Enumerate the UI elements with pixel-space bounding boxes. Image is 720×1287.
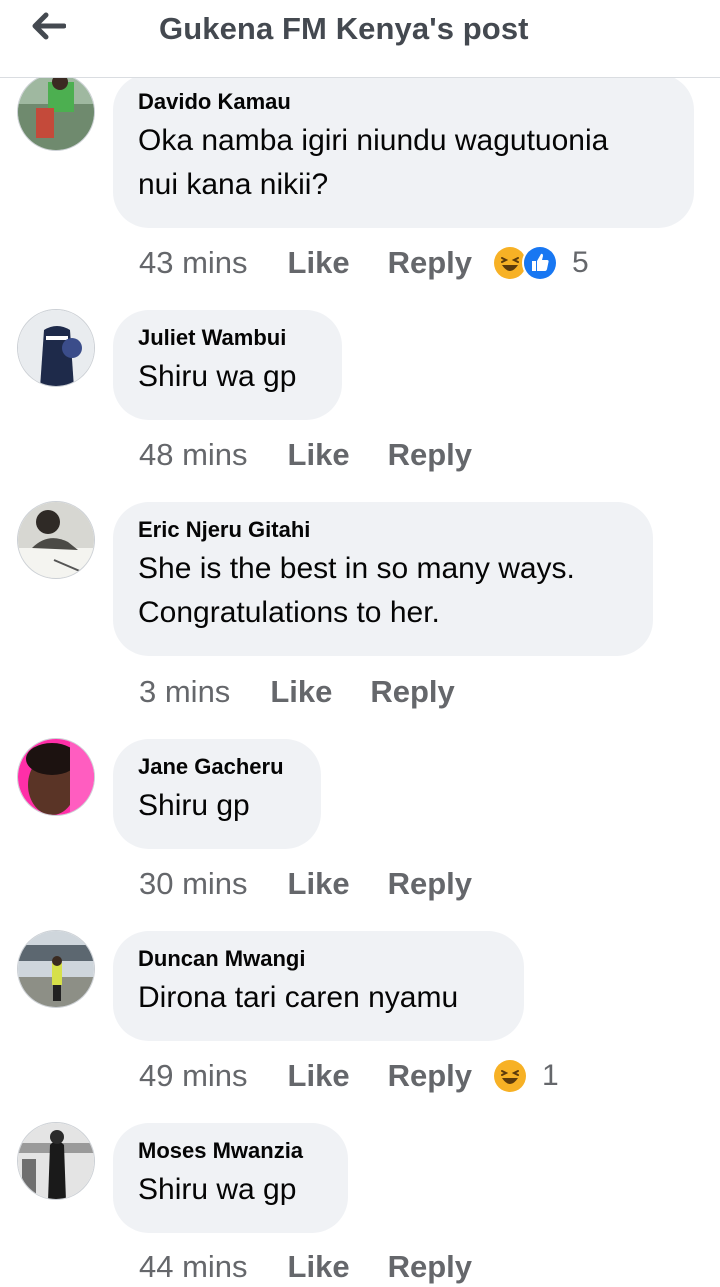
comment-author[interactable]: Juliet Wambui [138,324,316,352]
comment-author[interactable]: Jane Gacheru [138,753,295,781]
comment-author[interactable]: Duncan Mwangi [138,945,498,973]
like-button[interactable]: Like [288,866,350,902]
reactions-summary[interactable]: 1 [492,1058,559,1094]
comment-time[interactable]: 48 mins [139,437,248,473]
avatar[interactable] [17,501,95,579]
comment-text: Congratulations to her. [138,596,440,629]
reply-button[interactable]: Reply [388,1249,472,1285]
comment-actions: 43 mins Like Reply 5 [139,243,589,283]
comment-bubble: Duncan Mwangi Dirona tari caren nyamu [113,931,524,1041]
comment-time[interactable]: 30 mins [139,866,248,902]
comment-text: Shiru gp [138,789,250,822]
comment-text: Oka namba igiri niundu wagutuonia [138,124,609,157]
comment-text: Shiru wa gp [138,360,297,393]
comment-actions: 44 mins Like Reply [139,1247,472,1287]
comment-actions: 30 mins Like Reply [139,864,472,904]
comment-bubble: Jane Gacheru Shiru gp [113,739,321,849]
reply-button[interactable]: Reply [388,245,472,281]
comment-actions: 48 mins Like Reply [139,435,472,475]
reply-button[interactable]: Reply [388,437,472,473]
comment-author[interactable]: Davido Kamau [138,88,668,116]
comment-bubble: Juliet Wambui Shiru wa gp [113,310,342,420]
avatar[interactable] [17,930,95,1008]
comment-text: Dirona tari caren nyamu [138,981,459,1014]
like-reaction-icon [522,245,558,281]
avatar[interactable] [17,738,95,816]
comment-text: Shiru wa gp [138,1173,297,1206]
comment-bubble: Eric Njeru Gitahi She is the best in so … [113,502,653,656]
like-button[interactable]: Like [288,1249,350,1285]
comment-text: nui kana nikii? [138,168,329,201]
avatar[interactable] [17,73,95,151]
back-arrow-icon [32,12,66,40]
comment-author[interactable]: Eric Njeru Gitahi [138,516,627,544]
reaction-count: 5 [572,246,589,279]
like-button[interactable]: Like [270,674,332,710]
reply-button[interactable]: Reply [370,674,454,710]
top-bar: Gukena FM Kenya's post [0,0,720,78]
like-button[interactable]: Like [288,437,350,473]
comment-actions: 49 mins Like Reply 1 [139,1056,559,1096]
page-title: Gukena FM Kenya's post [159,11,529,46]
haha-reaction-icon [492,1058,528,1094]
reaction-count: 1 [542,1059,559,1092]
comment-bubble: Davido Kamau Oka namba igiri niundu wagu… [113,74,694,228]
comment-author[interactable]: Moses Mwanzia [138,1137,322,1165]
reactions-summary[interactable]: 5 [492,245,589,281]
comment-time[interactable]: 49 mins [139,1058,248,1094]
avatar[interactable] [17,309,95,387]
avatar[interactable] [17,1122,95,1200]
back-button[interactable] [24,6,72,46]
comment-bubble: Moses Mwanzia Shiru wa gp [113,1123,348,1233]
comment-time[interactable]: 44 mins [139,1249,248,1285]
comment-actions: 3 mins Like Reply [139,672,455,712]
comment-time[interactable]: 43 mins [139,245,248,281]
comment-time[interactable]: 3 mins [139,674,230,710]
comment-text: She is the best in so many ways. [138,552,575,585]
reply-button[interactable]: Reply [388,866,472,902]
like-button[interactable]: Like [288,1058,350,1094]
reply-button[interactable]: Reply [388,1058,472,1094]
like-button[interactable]: Like [288,245,350,281]
